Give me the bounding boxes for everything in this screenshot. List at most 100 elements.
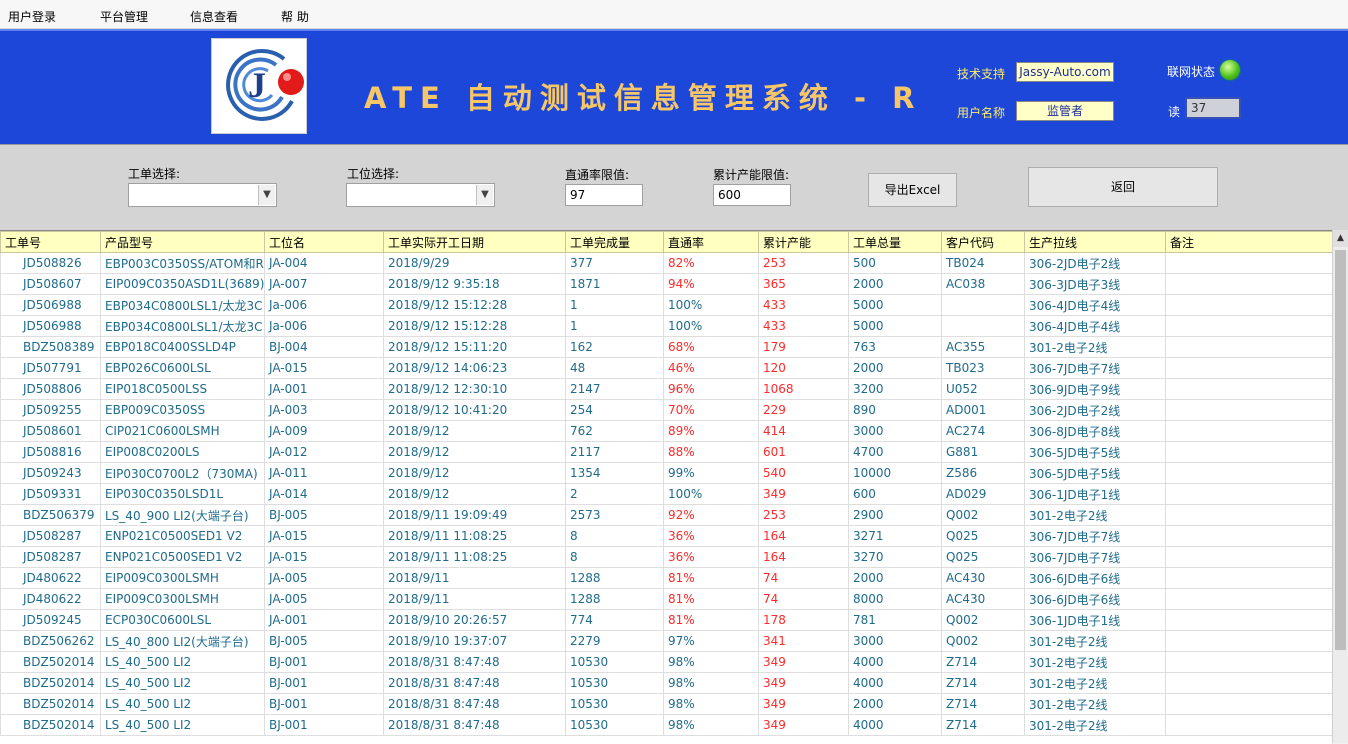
table-cell: 601 <box>758 441 849 463</box>
chevron-down-icon[interactable]: ▼ <box>258 185 275 205</box>
table-cell: 306-4JD电子4线 <box>1024 315 1166 337</box>
station-select[interactable]: ▼ <box>346 183 495 207</box>
table-row[interactable]: JD508287 ENP021C0500SED1 V2 JA-015 2018/9/1… <box>0 525 1332 547</box>
column-header[interactable]: 客户代码 <box>941 231 1025 253</box>
table-row[interactable]: JD508601 CIP021C0600LSMH JA-009 2018/9/12 76… <box>0 420 1332 442</box>
menu-platform-manage[interactable]: 平台管理 <box>100 8 148 25</box>
vertical-scrollbar[interactable]: ▲ <box>1332 230 1348 743</box>
table-cell: JD509331 <box>0 483 101 505</box>
menu-bar: 用户登录 平台管理 信息查看 帮 助 <box>0 0 1348 29</box>
table-row[interactable]: BDZ502014 LS_40_500 LI2 BJ-001 2018/8/31 8:… <box>0 693 1332 715</box>
table-cell: 306-1JD电子1线 <box>1024 609 1166 631</box>
menu-info-view[interactable]: 信息查看 <box>190 8 238 25</box>
column-header[interactable]: 工单总量 <box>848 231 942 253</box>
chevron-down-icon[interactable]: ▼ <box>476 185 493 205</box>
table-cell: 3200 <box>848 378 942 400</box>
table-row[interactable]: JD509255 EBP009C0350SS JA-003 2018/9/12 10:… <box>0 399 1332 421</box>
table-cell: 8 <box>565 525 664 547</box>
table-cell: 4700 <box>848 441 942 463</box>
table-cell: Z714 <box>941 651 1025 673</box>
table-row[interactable]: JD506988 EBP034C0800LSL1/太龙3C Ja-006 2018/9… <box>0 315 1332 337</box>
column-header[interactable]: 生产拉线 <box>1024 231 1166 253</box>
order-select[interactable]: ▼ <box>128 183 277 207</box>
table-cell: ENP021C0500SED1 V2 <box>100 525 265 547</box>
column-header[interactable]: 工位名 <box>264 231 384 253</box>
work-order-table: 工单号 产品型号 工位名 工单实际开工日期 工单完成量 直通率 累计产能 工单总量 客户代码 生产… <box>0 230 1332 744</box>
table-cell: JA-015 <box>264 357 384 379</box>
table-cell: 92% <box>663 504 759 526</box>
table-cell: 4000 <box>848 672 942 694</box>
table-row[interactable]: JD509245 ECP030C0600LSL JA-001 2018/9/10 20… <box>0 609 1332 631</box>
table-row[interactable]: BDZ502014 LS_40_500 LI2 BJ-001 2018/8/31 8:… <box>0 672 1332 694</box>
table-row[interactable]: BDZ506262 LS_40_800 LI2(大端子台) BJ-005 2018/9… <box>0 630 1332 652</box>
table-cell: 301-2电子2线 <box>1024 672 1166 694</box>
table-row[interactable]: JD508816 EIP008C0200LS JA-012 2018/9/12 2117… <box>0 441 1332 463</box>
export-excel-button[interactable]: 导出Excel <box>868 173 957 207</box>
table-row[interactable]: JD509331 EIP030C0350LSD1L JA-014 2018/9/12 2… <box>0 483 1332 505</box>
table-row[interactable]: JD508826 EBP003C0350SS/ATOM和RC JA-004 2018/… <box>0 252 1332 274</box>
table-cell: JD509245 <box>0 609 101 631</box>
column-header[interactable]: 产品型号 <box>100 231 265 253</box>
table-row[interactable]: JD480622 EIP009C0300LSMH JA-005 2018/9/11 12… <box>0 567 1332 589</box>
table-row[interactable]: JD508806 EIP018C0500LSS JA-001 2018/9/12 12… <box>0 378 1332 400</box>
table-cell: 301-2电子2线 <box>1024 504 1166 526</box>
table-cell: 48 <box>565 357 664 379</box>
menu-user-login[interactable]: 用户登录 <box>8 8 56 25</box>
column-header[interactable]: 工单号 <box>0 231 101 253</box>
table-row[interactable]: BDZ506379 LS_40_900 LI2(大端子台) BJ-005 2018/9… <box>0 504 1332 526</box>
table-cell: JD506988 <box>0 315 101 337</box>
table-cell: JD480622 <box>0 588 101 610</box>
table-cell: EBP009C0350SS <box>100 399 265 421</box>
table-row[interactable]: JD507791 EBP026C0600LSL JA-015 2018/9/12 14… <box>0 357 1332 379</box>
table-row[interactable]: BDZ502014 LS_40_500 LI2 BJ-001 2018/8/31 8:… <box>0 651 1332 673</box>
table-cell: ECP030C0600LSL <box>100 609 265 631</box>
table-row[interactable]: JD508287 ENP021C0500SED1 V2 JA-015 2018/9/1… <box>0 546 1332 568</box>
table-cell <box>1165 399 1332 421</box>
table-row[interactable]: JD506988 EBP034C0800LSL1/太龙3C Ja-006 2018/9… <box>0 294 1332 316</box>
column-header[interactable]: 工单实际开工日期 <box>383 231 566 253</box>
table-cell: 2 <box>565 483 664 505</box>
table-row[interactable]: JD509243 EIP030C0700L2（730MA) JA-011 2018/9… <box>0 462 1332 484</box>
table-cell: 2000 <box>848 273 942 295</box>
table-cell: Z714 <box>941 672 1025 694</box>
table-cell: 2018/9/11 <box>383 588 566 610</box>
table-cell: AD001 <box>941 399 1025 421</box>
table-cell: 763 <box>848 336 942 358</box>
table-cell <box>941 315 1025 337</box>
table-cell: BJ-001 <box>264 672 384 694</box>
column-header[interactable]: 直通率 <box>663 231 759 253</box>
table-cell: 2018/9/29 <box>383 252 566 274</box>
column-header[interactable]: 备注 <box>1165 231 1332 253</box>
table-cell <box>1165 567 1332 589</box>
table-row[interactable]: JD480622 EIP009C0300LSMH JA-005 2018/9/11 12… <box>0 588 1332 610</box>
user-label: 用户名称 <box>957 106 1006 120</box>
column-header[interactable]: 工单完成量 <box>565 231 664 253</box>
table-cell: 3270 <box>848 546 942 568</box>
yield-limit-input[interactable]: 97 <box>565 184 643 206</box>
table-cell: LS_40_900 LI2(大端子台) <box>100 504 265 526</box>
table-cell: EIP009C0300LSMH <box>100 567 265 589</box>
column-header[interactable]: 累计产能 <box>758 231 849 253</box>
table-cell: CIP021C0600LSMH <box>100 420 265 442</box>
table-cell: TB024 <box>941 252 1025 274</box>
table-cell: 2018/8/31 8:47:48 <box>383 693 566 715</box>
table-row[interactable]: JD508607 EIP009C0350ASD1L(3689) JA-007 2018… <box>0 273 1332 295</box>
table-cell: BJ-004 <box>264 336 384 358</box>
network-status-label: 联网状态 <box>1167 65 1216 79</box>
table-cell: 349 <box>758 483 849 505</box>
capacity-limit-label: 累计产能限值: <box>713 168 790 182</box>
table-cell <box>1165 441 1332 463</box>
scroll-up-icon[interactable]: ▲ <box>1333 230 1348 247</box>
table-cell: 306-2JD电子2线 <box>1024 252 1166 274</box>
capacity-limit-input[interactable]: 600 <box>713 184 791 206</box>
back-button[interactable]: 返回 <box>1028 167 1218 207</box>
menu-help[interactable]: 帮 助 <box>281 8 309 25</box>
table-row[interactable]: BDZ502014 LS_40_500 LI2 BJ-001 2018/8/31 8:… <box>0 714 1332 736</box>
table-cell: LS_40_500 LI2 <box>100 672 265 694</box>
table-cell: BJ-005 <box>264 630 384 652</box>
table-cell: 4000 <box>848 651 942 673</box>
table-cell: 253 <box>758 252 849 274</box>
table-cell: 306-5JD电子5线 <box>1024 441 1166 463</box>
scroll-thumb[interactable] <box>1335 250 1346 650</box>
table-row[interactable]: BDZ508389 EBP018C0400SSLD4P BJ-004 2018/9/1… <box>0 336 1332 358</box>
